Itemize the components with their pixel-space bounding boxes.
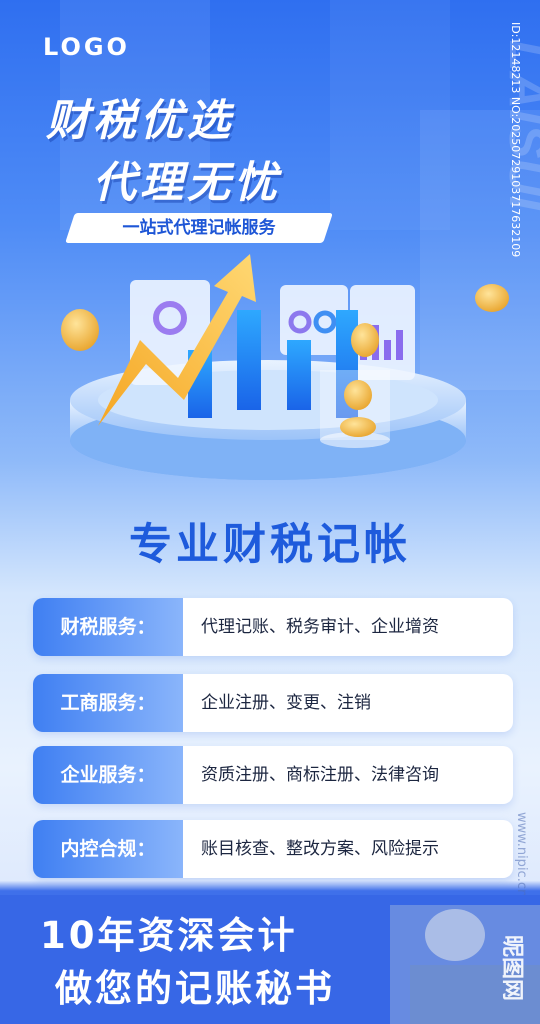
headline-line-1: 财税优选 xyxy=(46,96,234,146)
svg-text:ID:12148213 NO:202507291037176: ID:12148213 NO:20250729103717632109 xyxy=(509,22,522,257)
coin-icon xyxy=(344,380,372,410)
service-value: 企业注册、变更、注销 xyxy=(201,693,371,713)
service-row: 财税服务： 代理记账、税务审计、企业增资 xyxy=(33,598,513,656)
service-label: 工商服务： xyxy=(33,674,183,732)
service-value: 资质注册、商标注册、法律咨询 xyxy=(201,765,439,785)
service-row: 企业服务： 资质注册、商标注册、法律咨询 xyxy=(33,746,513,804)
logo: LOGO xyxy=(43,33,130,61)
person-shape xyxy=(425,909,485,961)
coin-icon xyxy=(61,309,99,351)
service-label: 企业服务： xyxy=(33,746,183,804)
service-label: 财税服务： xyxy=(33,598,183,656)
mini-bar xyxy=(384,340,391,360)
footer-line-1: 10年资深会计 xyxy=(40,914,298,957)
service-value: 代理记账、税务审计、企业增资 xyxy=(201,617,439,637)
service-row: 工商服务： 企业注册、变更、注销 xyxy=(33,674,513,732)
service-row: 内控合规： 账目核查、整改方案、风险提示 xyxy=(33,820,513,878)
finance-illustration xyxy=(61,254,509,480)
brand-watermark: 昵图网 xyxy=(499,935,524,1001)
svg-text:www.nipic.cn: www.nipic.cn xyxy=(514,812,529,897)
service-value: 账目核查、整改方案、风险提示 xyxy=(201,839,439,859)
bar-column xyxy=(287,340,311,410)
coin-icon xyxy=(475,284,509,312)
coin-icon xyxy=(351,323,379,357)
main-heading: 专业财税记帐 xyxy=(129,520,411,570)
subtitle: 一站式代理记帐服务 xyxy=(122,218,276,238)
mini-bar xyxy=(396,330,403,360)
coin-icon xyxy=(340,417,376,437)
footer-line-2: 做您的记账秘书 xyxy=(55,967,335,1010)
service-label: 内控合规： xyxy=(33,820,183,878)
headline-line-2: 代理无忧 xyxy=(93,158,281,208)
bar-column xyxy=(237,310,261,410)
